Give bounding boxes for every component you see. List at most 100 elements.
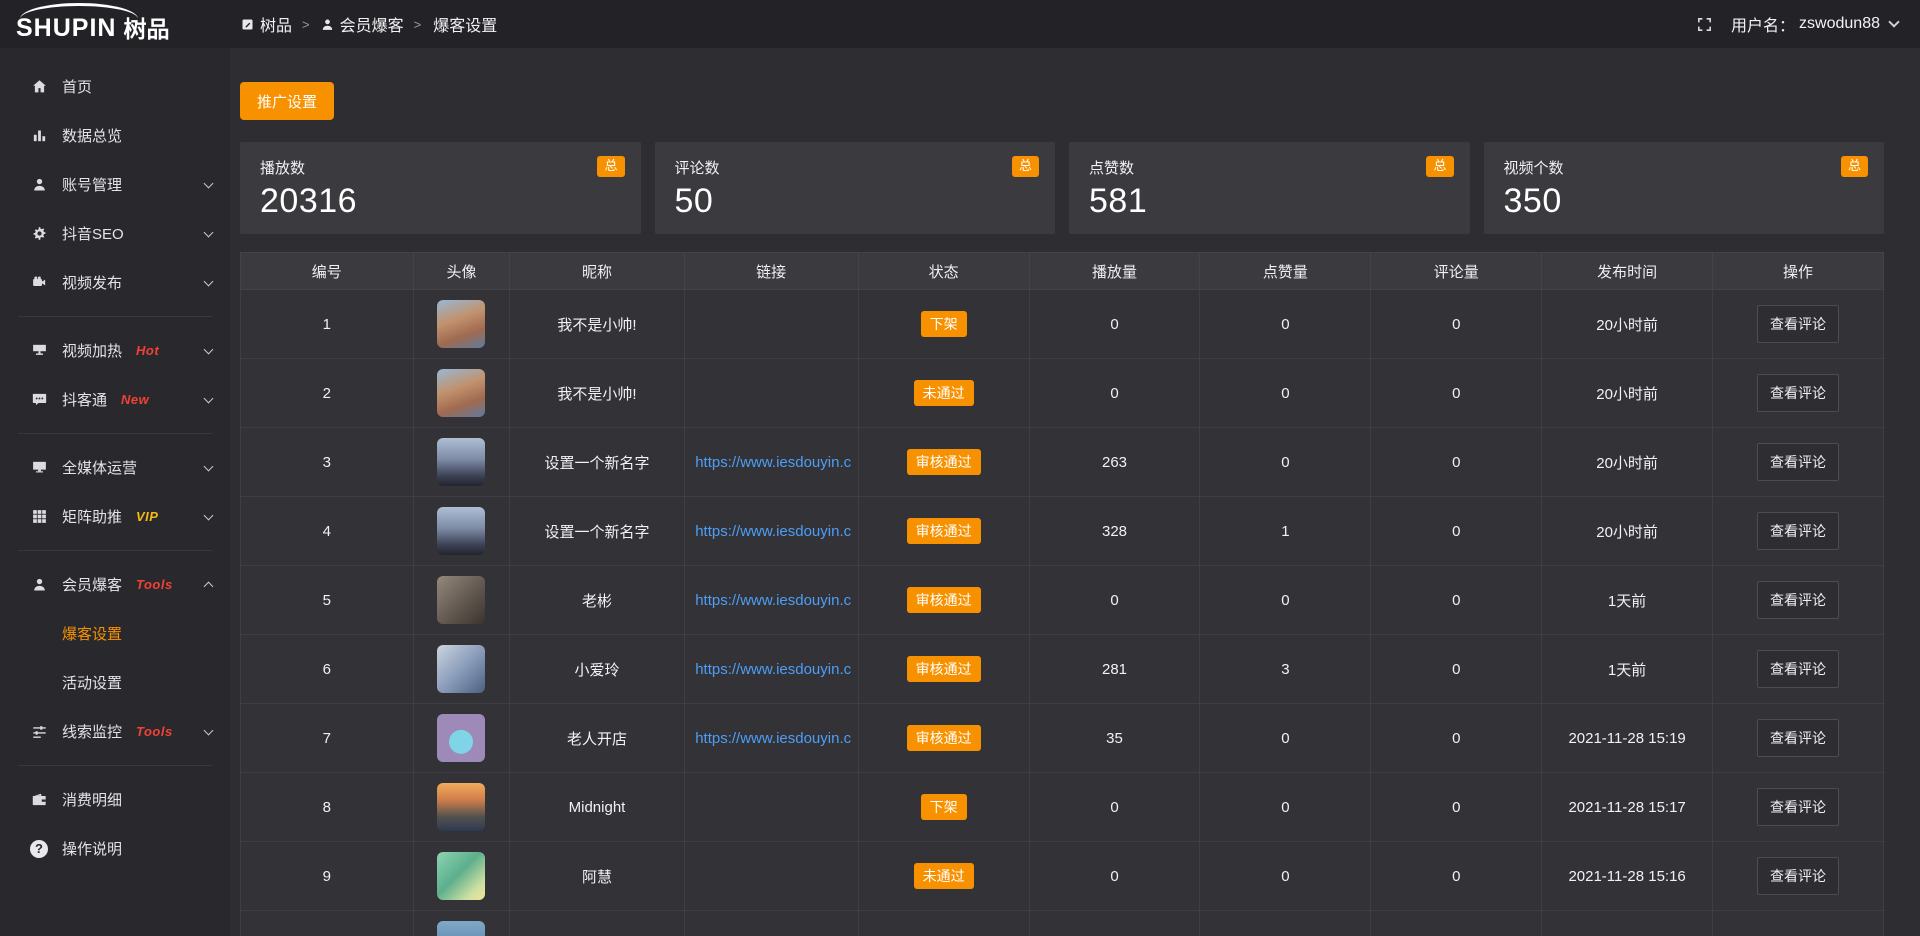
sidebar-item-home[interactable]: 首页 [0, 62, 230, 111]
chevron-down-icon [204, 344, 214, 354]
sidebar-item-label: 视频加热 [62, 340, 122, 361]
gear-icon [30, 225, 48, 243]
plays-cell: 328 [1029, 497, 1200, 566]
view-comments-button[interactable]: 查看评论 [1757, 443, 1839, 481]
sidebar-item-data-overview[interactable]: 数据总览 [0, 111, 230, 160]
user-menu[interactable]: 用户名： zswodun88 [1731, 12, 1898, 36]
nickname-cell: 老彬 [510, 566, 684, 635]
video-link[interactable]: https://www.iesdouyin.c [695, 661, 851, 678]
topbar-right: 用户名： zswodun88 [1696, 12, 1920, 36]
video-link[interactable]: https://www.iesdouyin.c [695, 454, 851, 471]
comments-cell: 0 [1371, 290, 1542, 359]
publish-time-cell [1542, 911, 1713, 936]
chevron-down-icon [204, 178, 214, 188]
sidebar-item-video-publish[interactable]: 视频发布 [0, 258, 230, 307]
column-header-likes: 点赞量 [1200, 253, 1371, 290]
vip-badge: VIP [136, 509, 158, 524]
likes-cell: 0 [1200, 290, 1371, 359]
row-id-cell: 5 [241, 566, 414, 635]
view-comments-button[interactable]: 查看评论 [1757, 719, 1839, 757]
chevron-down-icon [204, 725, 214, 735]
plays-cell: 263 [1029, 428, 1200, 497]
publish-time-cell: 20小时前 [1542, 428, 1713, 497]
view-comments-button[interactable]: 查看评论 [1757, 788, 1839, 826]
sidebar-item-all-media[interactable]: 全媒体运营 [0, 443, 230, 492]
promo-settings-button[interactable]: 推广设置 [240, 82, 334, 120]
comments-cell: 0 [1371, 635, 1542, 704]
video-link[interactable]: https://www.iesdouyin.c [695, 730, 851, 747]
fullscreen-icon[interactable] [1696, 16, 1713, 33]
view-comments-button[interactable]: 查看评论 [1757, 305, 1839, 343]
comments-cell: 0 [1371, 359, 1542, 428]
view-comments-button[interactable]: 查看评论 [1757, 650, 1839, 688]
sidebar-subitem-label: 活动设置 [62, 672, 122, 693]
top-bar: SHUPIN 树品 树品 > 会员爆客 > 爆客设置 用户名： zswodun8… [0, 0, 1920, 48]
avatar [437, 852, 485, 900]
page-title: 爆客设置 [433, 12, 497, 36]
chevron-down-icon [204, 227, 214, 237]
sidebar-divider [18, 316, 212, 317]
breadcrumb-item-member[interactable]: 会员爆客 [320, 12, 404, 36]
nickname-cell: Midnight [510, 773, 684, 842]
view-comments-button[interactable]: 查看评论 [1757, 512, 1839, 550]
breadcrumb-label: 会员爆客 [340, 12, 404, 36]
person-icon [320, 17, 335, 32]
status-badge: 审核通过 [907, 518, 981, 544]
sidebar-item-matrix-boost[interactable]: 矩阵助推 VIP [0, 492, 230, 541]
sidebar-item-clue-monitor[interactable]: 线索监控 Tools [0, 707, 230, 756]
likes-cell: 0 [1200, 773, 1371, 842]
breadcrumb-separator: > [414, 17, 422, 32]
publish-time-cell: 1天前 [1542, 566, 1713, 635]
sidebar-item-operation-guide[interactable]: ? 操作说明 [0, 824, 230, 873]
nickname-cell: 老人开店 [510, 704, 684, 773]
app-logo[interactable]: SHUPIN 树品 [0, 0, 230, 48]
sidebar-subitem-activity-settings[interactable]: 活动设置 [0, 658, 230, 707]
avatar [437, 369, 485, 417]
avatar [437, 921, 485, 936]
sidebar-item-consumption-detail[interactable]: 消费明细 [0, 775, 230, 824]
sidebar-item-account-management[interactable]: 账号管理 [0, 160, 230, 209]
row-id-cell: 7 [241, 704, 414, 773]
video-link[interactable]: https://www.iesdouyin.c [695, 523, 851, 540]
row-id-cell: 8 [241, 773, 414, 842]
logo-arc [20, 3, 138, 19]
status-badge: 审核通过 [907, 449, 981, 475]
chevron-down-icon [1888, 16, 1899, 27]
stat-label: 视频个数 [1504, 157, 1865, 178]
video-link[interactable]: https://www.iesdouyin.c [695, 592, 851, 609]
plays-cell: 0 [1029, 842, 1200, 911]
column-header-actions: 操作 [1713, 253, 1884, 290]
breadcrumb-item-home[interactable]: 树品 [240, 12, 292, 36]
view-comments-button[interactable]: 查看评论 [1757, 581, 1839, 619]
total-badge: 总 [1426, 156, 1453, 177]
sliders-icon [30, 723, 48, 741]
view-comments-button[interactable]: 查看评论 [1757, 857, 1839, 895]
column-header-avatar: 头像 [413, 253, 510, 290]
sidebar-item-label: 抖客通 [62, 389, 107, 410]
likes-cell: 0 [1200, 704, 1371, 773]
home-icon [30, 78, 48, 96]
sidebar-item-video-heat[interactable]: 视频加热 Hot [0, 326, 230, 375]
table-row: 3 设置一个新名字 https://www.iesdouyin.c 审核通过 2… [241, 428, 1884, 497]
avatar [437, 645, 485, 693]
sidebar-subitem-baoke-settings[interactable]: 爆客设置 [0, 609, 230, 658]
table-row: 4 设置一个新名字 https://www.iesdouyin.c 审核通过 3… [241, 497, 1884, 566]
status-badge: 未通过 [914, 863, 974, 889]
avatar [437, 300, 485, 348]
view-comments-button[interactable]: 查看评论 [1757, 374, 1839, 412]
stat-value: 581 [1089, 182, 1450, 221]
comments-cell: 0 [1371, 842, 1542, 911]
row-id-cell [241, 911, 414, 936]
publish-time-cell: 1天前 [1542, 635, 1713, 704]
chevron-up-icon [204, 581, 214, 591]
likes-cell: 3 [1200, 635, 1371, 704]
sidebar-item-douketong[interactable]: 抖客通 New [0, 375, 230, 424]
sidebar-item-member-baoke[interactable]: 会员爆客 Tools [0, 560, 230, 609]
status-badge: 下架 [921, 311, 967, 337]
chevron-down-icon [204, 276, 214, 286]
column-header-plays: 播放量 [1029, 253, 1200, 290]
table-row: 6 小爱玲 https://www.iesdouyin.c 审核通过 281 3… [241, 635, 1884, 704]
sidebar-item-douyin-seo[interactable]: 抖音SEO [0, 209, 230, 258]
table-row: 2 我不是小帅! 未通过 0 0 0 20小时前 查看评论 [241, 359, 1884, 428]
new-badge: New [121, 392, 149, 407]
